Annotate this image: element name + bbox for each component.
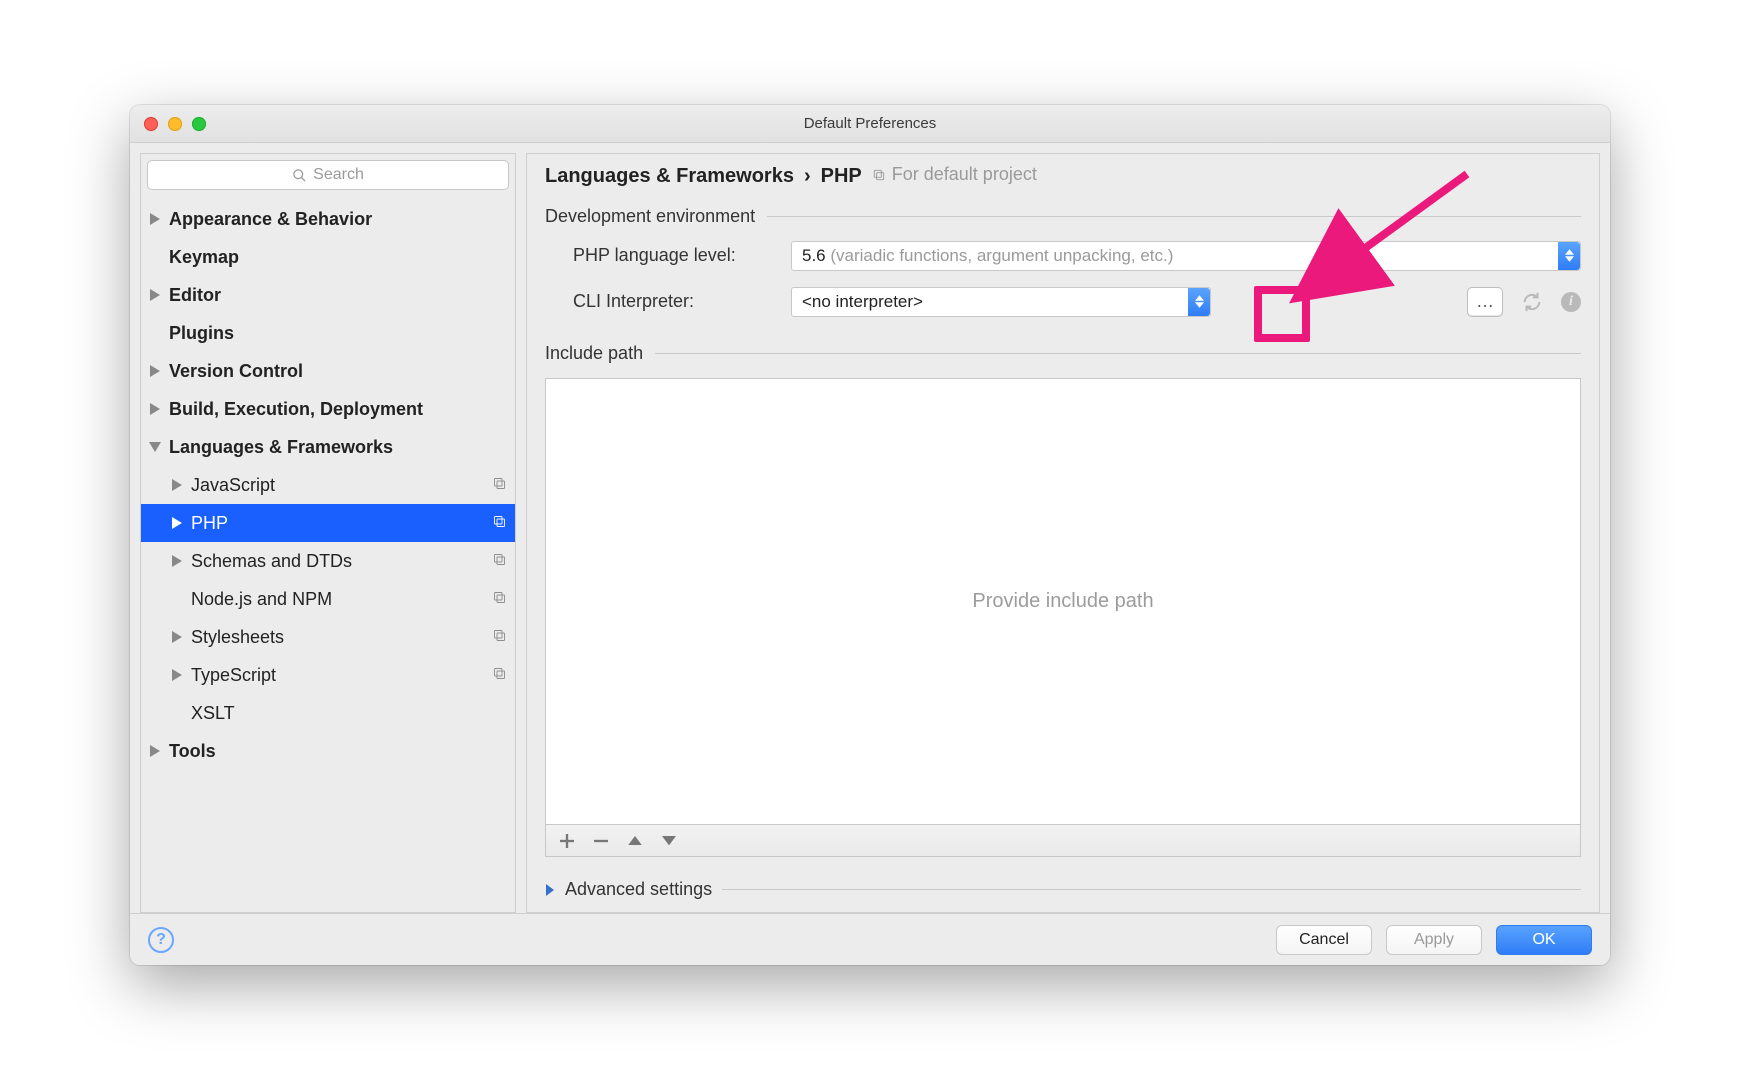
preferences-window: Default Preferences Search Appearance & … bbox=[130, 105, 1610, 965]
sidebar-item-label: Editor bbox=[169, 285, 507, 306]
project-level-icon bbox=[492, 589, 507, 610]
help-button[interactable]: ? bbox=[148, 927, 174, 953]
advanced-settings-label: Advanced settings bbox=[565, 879, 712, 900]
sidebar-item-label: Version Control bbox=[169, 361, 507, 382]
move-down-button[interactable] bbox=[662, 834, 676, 848]
sidebar-item-plugins[interactable]: Plugins bbox=[141, 314, 515, 352]
project-scope-indicator: For default project bbox=[872, 164, 1037, 185]
divider bbox=[767, 216, 1581, 217]
dev-env-title: Development environment bbox=[545, 206, 755, 227]
include-path-placeholder: Provide include path bbox=[972, 590, 1153, 613]
php-language-level-value: 5.6 bbox=[802, 246, 826, 265]
main-area: Search Appearance & Behavior Keymap Editor… bbox=[130, 143, 1610, 913]
breadcrumb-separator-icon: › bbox=[804, 165, 811, 188]
sidebar-item-version-control[interactable]: Version Control bbox=[141, 352, 515, 390]
advanced-settings-toggle[interactable]: Advanced settings bbox=[545, 879, 1581, 900]
chevron-right-icon bbox=[545, 884, 555, 896]
php-language-level-hint: (variadic functions, argument unpacking,… bbox=[830, 246, 1173, 265]
include-path-title: Include path bbox=[545, 343, 643, 364]
sidebar-item-label: Stylesheets bbox=[191, 627, 492, 648]
sidebar-item-appearance-behavior[interactable]: Appearance & Behavior bbox=[141, 200, 515, 238]
sidebar-item-schemas-and-dtds[interactable]: Schemas and DTDs bbox=[141, 542, 515, 580]
sidebar-item-typescript[interactable]: TypeScript bbox=[141, 656, 515, 694]
sidebar-item-javascript[interactable]: JavaScript bbox=[141, 466, 515, 504]
window-body: Search Appearance & Behavior Keymap Editor… bbox=[130, 143, 1610, 965]
sidebar-item-label: Keymap bbox=[169, 247, 507, 268]
sidebar: Search Appearance & Behavior Keymap Editor… bbox=[140, 153, 516, 913]
sidebar-item-php[interactable]: PHP bbox=[141, 504, 515, 542]
info-icon[interactable]: i bbox=[1561, 292, 1581, 312]
sidebar-item-label: Tools bbox=[169, 741, 507, 762]
divider bbox=[655, 353, 1581, 354]
sidebar-item-xslt[interactable]: XSLT bbox=[141, 694, 515, 732]
sidebar-item-keymap[interactable]: Keymap bbox=[141, 238, 515, 276]
sidebar-item-label: Build, Execution, Deployment bbox=[169, 399, 507, 420]
dropdown-arrows-icon bbox=[1558, 242, 1580, 270]
include-path-section: Provide include path bbox=[545, 378, 1581, 858]
search-icon bbox=[292, 168, 307, 183]
sidebar-item-label: JavaScript bbox=[191, 475, 492, 496]
include-path-list[interactable]: Provide include path bbox=[545, 378, 1581, 826]
sidebar-item-label: Plugins bbox=[169, 323, 507, 344]
sidebar-item-tools[interactable]: Tools bbox=[141, 732, 515, 770]
sidebar-item-label: TypeScript bbox=[191, 665, 492, 686]
titlebar: Default Preferences bbox=[130, 105, 1610, 143]
dev-env-form: PHP language level: 5.6 (variadic functi… bbox=[573, 241, 1581, 317]
sidebar-item-label: Languages & Frameworks bbox=[169, 437, 507, 458]
divider bbox=[722, 889, 1581, 890]
breadcrumb-parent[interactable]: Languages & Frameworks bbox=[545, 165, 794, 188]
sidebar-item-label: Schemas and DTDs bbox=[191, 551, 492, 572]
sidebar-item-label: Node.js and NPM bbox=[191, 589, 492, 610]
sidebar-item-label: PHP bbox=[191, 513, 492, 534]
sidebar-item-label: Appearance & Behavior bbox=[169, 209, 507, 230]
dialog-footer: ? Cancel Apply OK bbox=[130, 913, 1610, 965]
ok-button[interactable]: OK bbox=[1496, 925, 1592, 955]
project-level-icon bbox=[492, 513, 507, 534]
project-level-icon bbox=[492, 665, 507, 686]
move-up-button[interactable] bbox=[628, 834, 642, 848]
include-path-header: Include path bbox=[545, 343, 1581, 364]
remove-button[interactable] bbox=[594, 834, 608, 848]
sidebar-item-label: XSLT bbox=[191, 703, 507, 724]
cli-interpreter-label: CLI Interpreter: bbox=[573, 291, 773, 312]
php-language-level-label: PHP language level: bbox=[573, 245, 773, 266]
sidebar-item-stylesheets[interactable]: Stylesheets bbox=[141, 618, 515, 656]
cli-interpreter-select[interactable]: <no interpreter> bbox=[791, 287, 1211, 317]
include-path-toolbar bbox=[545, 825, 1581, 857]
project-level-icon bbox=[492, 475, 507, 496]
breadcrumb-current: PHP bbox=[821, 165, 862, 188]
dev-env-header: Development environment bbox=[545, 206, 1581, 227]
sidebar-item-languages-frameworks[interactable]: Languages & Frameworks bbox=[141, 428, 515, 466]
breadcrumb: Languages & Frameworks › PHP For default… bbox=[545, 164, 1581, 188]
cancel-button[interactable]: Cancel bbox=[1276, 925, 1372, 955]
sidebar-item-editor[interactable]: Editor bbox=[141, 276, 515, 314]
configure-interpreters-button[interactable]: … bbox=[1467, 287, 1503, 317]
project-level-icon bbox=[492, 627, 507, 648]
cli-interpreter-value: <no interpreter> bbox=[802, 292, 1188, 312]
window-title: Default Preferences bbox=[130, 115, 1610, 132]
add-button[interactable] bbox=[560, 834, 574, 848]
search-input[interactable]: Search bbox=[147, 160, 509, 190]
apply-button[interactable]: Apply bbox=[1386, 925, 1482, 955]
dropdown-arrows-icon bbox=[1188, 288, 1210, 316]
reload-icon[interactable] bbox=[1521, 291, 1543, 313]
copy-icon bbox=[872, 168, 886, 182]
php-language-level-select[interactable]: 5.6 (variadic functions, argument unpack… bbox=[791, 241, 1581, 271]
sidebar-item-node-js-and-npm[interactable]: Node.js and NPM bbox=[141, 580, 515, 618]
sidebar-item-build-execution-deployment[interactable]: Build, Execution, Deployment bbox=[141, 390, 515, 428]
project-level-icon bbox=[492, 551, 507, 572]
content-panel: Languages & Frameworks › PHP For default… bbox=[526, 153, 1600, 913]
settings-tree: Appearance & Behavior Keymap Editor Plugins… bbox=[141, 198, 515, 912]
search-placeholder: Search bbox=[313, 166, 364, 184]
